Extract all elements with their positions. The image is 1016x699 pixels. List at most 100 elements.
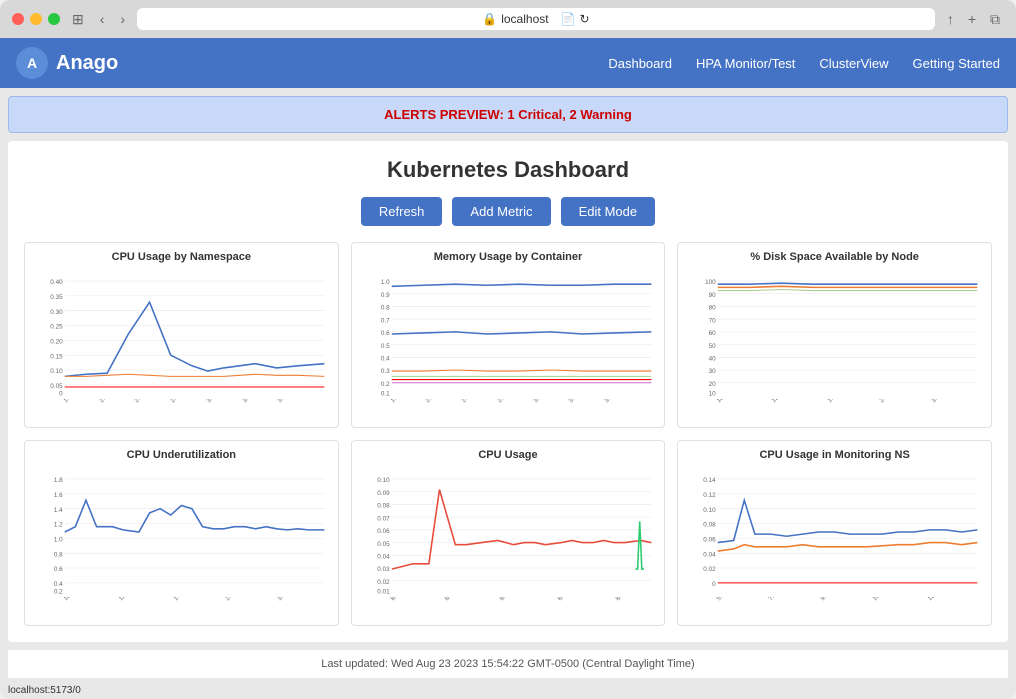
reload-icon: ↻ — [580, 12, 590, 26]
chart-title-memory-container: Memory Usage by Container — [360, 251, 657, 263]
nav-dashboard[interactable]: Dashboard — [608, 56, 672, 71]
nav-cluster-view[interactable]: ClusterView — [819, 56, 888, 71]
url-text: localhost — [501, 12, 548, 26]
chart-title-disk-space: % Disk Space Available by Node — [686, 251, 983, 263]
svg-text:0.08: 0.08 — [704, 522, 717, 529]
svg-text:0.04: 0.04 — [377, 553, 390, 560]
svg-text:0.02: 0.02 — [704, 566, 717, 573]
share-icon[interactable]: ↑ — [943, 9, 958, 30]
chart-svg-cpu-usage: 0.10 0.09 0.08 0.07 0.06 0.05 0.04 0.03 … — [360, 467, 657, 597]
chart-svg-cpu-namespace: 0.40 0.35 0.30 0.25 0.20 0.15 0.10 0.05 … — [33, 269, 330, 399]
brand: A Anago — [16, 47, 118, 79]
svg-text:1.2: 1.2 — [54, 522, 63, 529]
browser-window: ⊞ ‹ › 🔒 localhost 📄 ↻ ↑ + ⧉ A Anago Dash… — [0, 0, 1016, 699]
refresh-button[interactable]: Refresh — [361, 197, 443, 226]
svg-text:0.20: 0.20 — [50, 339, 63, 346]
svg-text:1.0: 1.0 — [380, 279, 389, 286]
chart-area-cpu-underutilization: 1.8 1.6 1.4 1.2 1.0 0.8 0.6 0.4 0.2 — [33, 467, 330, 597]
browser-titlebar: ⊞ ‹ › 🔒 localhost 📄 ↻ ↑ + ⧉ — [0, 0, 1016, 38]
page-title: Kubernetes Dashboard — [24, 157, 992, 183]
chart-svg-cpu-monitoring: 0.14 0.12 0.10 0.08 0.06 0.04 0.02 0 — [686, 467, 983, 597]
close-button[interactable] — [12, 13, 24, 25]
svg-text:0.09: 0.09 — [377, 490, 390, 497]
chart-svg-cpu-underutilization: 1.8 1.6 1.4 1.2 1.0 0.8 0.6 0.4 0.2 — [33, 467, 330, 597]
last-updated-text: Last updated: Wed Aug 23 2023 15:54:22 G… — [321, 658, 694, 670]
svg-text:0.1: 0.1 — [380, 390, 389, 397]
chart-area-memory-container: 1.0 0.9 0.8 0.7 0.6 0.5 0.4 0.3 0.2 0.1 — [360, 269, 657, 399]
edit-mode-button[interactable]: Edit Mode — [561, 197, 656, 226]
svg-text:0.7: 0.7 — [380, 317, 389, 324]
svg-text:0.06: 0.06 — [377, 528, 390, 535]
svg-text:80: 80 — [709, 305, 717, 312]
tabs-icon[interactable]: ⧉ — [986, 9, 1004, 30]
nav-getting-started[interactable]: Getting Started — [913, 56, 1000, 71]
svg-text:0.10: 0.10 — [50, 368, 63, 375]
chart-title-cpu-namespace: CPU Usage by Namespace — [33, 251, 330, 263]
chart-svg-disk-space: 100 90 80 70 60 50 40 30 20 10 — [686, 269, 983, 399]
chart-cpu-monitoring: CPU Usage in Monitoring NS 0.14 0.12 — [677, 440, 992, 626]
status-bar: localhost:5173/0 — [0, 682, 1016, 699]
chart-area-disk-space: 100 90 80 70 60 50 40 30 20 10 — [686, 269, 983, 399]
maximize-button[interactable] — [48, 13, 60, 25]
svg-text:0.30: 0.30 — [50, 309, 63, 316]
svg-text:0.07: 0.07 — [377, 515, 390, 522]
brand-icon: A — [16, 47, 48, 79]
sidebar-toggle[interactable]: ⊞ — [68, 9, 88, 30]
svg-text:50: 50 — [709, 343, 717, 350]
svg-text:0.04: 0.04 — [704, 551, 717, 558]
svg-text:0.10: 0.10 — [377, 477, 390, 484]
reader-icon: 📄 — [561, 12, 576, 26]
svg-text:0.03: 0.03 — [377, 566, 390, 573]
svg-text:0.40: 0.40 — [50, 279, 63, 286]
svg-text:0.25: 0.25 — [50, 324, 63, 331]
nav-hpa-monitor[interactable]: HPA Monitor/Test — [696, 56, 795, 71]
svg-text:0.12: 0.12 — [704, 492, 717, 499]
svg-text:0.9: 0.9 — [380, 292, 389, 299]
svg-text:0.05: 0.05 — [377, 541, 390, 548]
chart-cpu-usage: CPU Usage 0.10 0.09 — [351, 440, 666, 626]
svg-text:0.14: 0.14 — [704, 477, 717, 484]
chart-svg-memory-container: 1.0 0.9 0.8 0.7 0.6 0.5 0.4 0.3 0.2 0.1 — [360, 269, 657, 399]
chart-title-cpu-underutilization: CPU Underutilization — [33, 449, 330, 461]
svg-text:60: 60 — [709, 330, 717, 337]
chart-title-cpu-usage: CPU Usage — [360, 449, 657, 461]
svg-text:0.2: 0.2 — [380, 381, 389, 388]
alert-text: ALERTS PREVIEW: 1 Critical, 2 Warning — [384, 107, 632, 122]
svg-text:0.35: 0.35 — [50, 294, 63, 301]
chart-area-cpu-monitoring: 0.14 0.12 0.10 0.08 0.06 0.04 0.02 0 — [686, 467, 983, 597]
chart-cpu-underutilization: CPU Underutilization 1.8 1.6 — [24, 440, 339, 626]
forward-button[interactable]: › — [116, 9, 129, 29]
svg-text:0.01: 0.01 — [377, 588, 390, 595]
svg-text:1.6: 1.6 — [54, 492, 63, 499]
svg-text:40: 40 — [709, 355, 717, 362]
minimize-button[interactable] — [30, 13, 42, 25]
svg-text:0.5: 0.5 — [380, 343, 389, 350]
chart-area-cpu-usage: 0.10 0.09 0.08 0.07 0.06 0.05 0.04 0.03 … — [360, 467, 657, 597]
status-url: localhost:5173/0 — [8, 685, 81, 696]
back-button[interactable]: ‹ — [96, 9, 109, 29]
security-icon: 🔒 — [482, 12, 497, 26]
svg-text:0.8: 0.8 — [54, 551, 63, 558]
toolbar: Refresh Add Metric Edit Mode — [24, 197, 992, 226]
new-tab-icon[interactable]: + — [964, 9, 980, 30]
svg-text:0.2: 0.2 — [54, 588, 63, 595]
svg-text:0.05: 0.05 — [50, 383, 63, 390]
add-metric-button[interactable]: Add Metric — [452, 197, 550, 226]
main-content: Kubernetes Dashboard Refresh Add Metric … — [8, 141, 1008, 642]
traffic-lights — [12, 13, 60, 25]
svg-text:0.08: 0.08 — [377, 503, 390, 510]
svg-text:0.6: 0.6 — [380, 330, 389, 337]
chart-area-cpu-namespace: 0.40 0.35 0.30 0.25 0.20 0.15 0.10 0.05 … — [33, 269, 330, 399]
footer: Last updated: Wed Aug 23 2023 15:54:22 G… — [8, 650, 1008, 678]
svg-text:0.06: 0.06 — [704, 537, 717, 544]
svg-text:70: 70 — [709, 317, 717, 324]
svg-text:0.4: 0.4 — [54, 581, 63, 588]
svg-text:0.3: 0.3 — [380, 368, 389, 375]
chart-memory-container: Memory Usage by Container 1.0 — [351, 242, 666, 428]
svg-text:0.15: 0.15 — [50, 353, 63, 360]
svg-text:100: 100 — [705, 279, 716, 286]
svg-text:1.8: 1.8 — [54, 477, 63, 484]
navbar: A Anago Dashboard HPA Monitor/Test Clust… — [0, 38, 1016, 88]
address-bar[interactable]: 🔒 localhost 📄 ↻ — [137, 8, 935, 30]
charts-grid: CPU Usage by Namespace 0.40 — [24, 242, 992, 626]
